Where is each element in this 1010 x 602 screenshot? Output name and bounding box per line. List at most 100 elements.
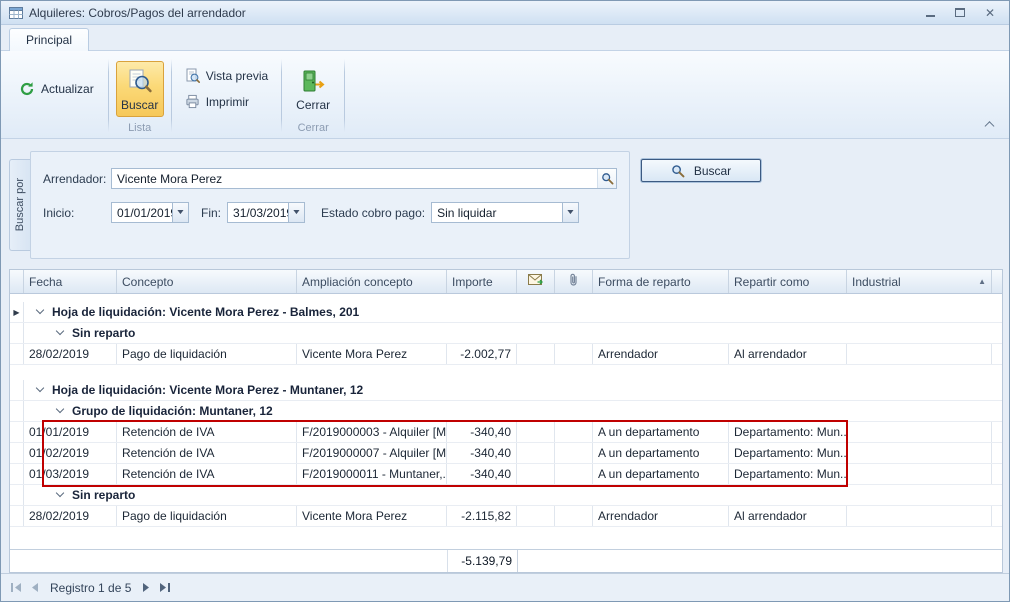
total-importe: -5.139,79 [447, 550, 518, 572]
buscar-ribbon-button[interactable]: Buscar [116, 61, 164, 117]
ribbon-group-caption-empty [179, 122, 274, 137]
group-row-balmes[interactable]: ▶ Hoja de liquidación: Vicente Mora Pere… [10, 302, 1002, 323]
subgroup-row-sin-reparto[interactable]: Sin reparto [10, 485, 1002, 506]
column-header-ampliacion[interactable]: Ampliación concepto [297, 270, 447, 293]
lista-group-caption: Lista [116, 122, 164, 137]
cell-mail [517, 344, 555, 364]
maximize-icon [955, 8, 965, 17]
cell-importe: -340,40 [447, 464, 517, 484]
ribbon-group-impresion: Vista previa Imprimir [172, 53, 281, 138]
column-header-industrial[interactable]: Industrial ▲ [847, 270, 992, 293]
subgroup-row-grupo-liquidacion[interactable]: Grupo de liquidación: Muntaner, 12 [10, 401, 1002, 422]
industrial-header-label: Industrial [852, 275, 901, 289]
arrendador-input[interactable]: Vicente Mora Perez [111, 168, 617, 189]
minimize-button[interactable] [923, 6, 937, 20]
column-header-mail[interactable] [517, 270, 555, 293]
table-row[interactable]: 01/01/2019 Retención de IVA F/2019000003… [10, 422, 1002, 443]
group-cell: Hoja de liquidación: Vicente Mora Perez … [24, 380, 1002, 400]
cell-repartir-como: Al arrendador [729, 344, 847, 364]
cell-importe: -340,40 [447, 422, 517, 442]
previous-record-button[interactable] [31, 583, 39, 592]
cerrar-button[interactable]: Cerrar [289, 61, 337, 117]
search-panel: Buscar por Arrendador: Vicente Mora Pere… [1, 139, 1009, 269]
vista-previa-button[interactable]: Vista previa [179, 66, 274, 85]
buscar-button[interactable]: Buscar [641, 159, 761, 182]
chevron-down-icon[interactable] [36, 306, 44, 314]
row-indicator-cell [10, 506, 24, 526]
cell-attachment [555, 422, 593, 442]
chevron-down-icon[interactable] [56, 489, 64, 497]
imprimir-button[interactable]: Imprimir [179, 92, 255, 111]
column-header-fecha[interactable]: Fecha [24, 270, 117, 293]
collapse-ribbon-chevron-icon[interactable] [981, 119, 997, 132]
print-preview-icon [185, 68, 200, 83]
last-record-button[interactable] [159, 583, 170, 592]
cell-industrial [847, 344, 992, 364]
cell-attachment [555, 344, 593, 364]
cerrar-group-caption: Cerrar [289, 122, 337, 137]
table-row[interactable]: 01/02/2019 Retención de IVA F/2019000007… [10, 443, 1002, 464]
cell-fecha: 28/02/2019 [24, 344, 117, 364]
fin-value: 31/03/2019 [228, 203, 288, 222]
maximize-button[interactable] [953, 6, 967, 20]
inicio-date-input[interactable]: 01/01/2019 ▼ [111, 202, 189, 223]
subgroup-label: Grupo de liquidación: Muntaner, 12 [72, 404, 273, 418]
subgroup-row-sin-reparto[interactable]: Sin reparto [10, 323, 1002, 344]
column-header-importe[interactable]: Importe [447, 270, 517, 293]
grid-body: ▶ Hoja de liquidación: Vicente Mora Pere… [10, 294, 1002, 549]
subgroup-label: Sin reparto [72, 326, 135, 340]
column-header-concepto[interactable]: Concepto [117, 270, 297, 293]
close-button[interactable]: ✕ [983, 6, 997, 20]
cell-industrial [847, 506, 992, 526]
ribbon-group-caption-empty [12, 122, 101, 137]
fin-dropdown-button[interactable]: ▼ [288, 203, 304, 222]
inicio-dropdown-button[interactable]: ▼ [172, 203, 188, 222]
paperclip-icon [569, 273, 578, 290]
fin-label: Fin: [201, 206, 221, 220]
tab-principal[interactable]: Principal [9, 28, 89, 51]
indicator-column-header [10, 270, 24, 293]
subgroup-label: Sin reparto [72, 488, 135, 502]
row-indicator-cell [10, 401, 24, 421]
fin-date-input[interactable]: 31/03/2019 ▼ [227, 202, 305, 223]
buscar-por-side-tab[interactable]: Buscar por [9, 159, 30, 251]
cell-ampliacion: F/2019000007 - Alquiler [M... [297, 443, 447, 463]
table-row[interactable]: 01/03/2019 Retención de IVA F/2019000011… [10, 464, 1002, 485]
cell-forma-de-reparto: Arrendador [593, 506, 729, 526]
chevron-down-icon[interactable] [56, 327, 64, 335]
cell-industrial [847, 443, 992, 463]
status-bar: Registro 1 de 5 [1, 573, 1009, 601]
table-row[interactable]: 28/02/2019 Pago de liquidación Vicente M… [10, 344, 1002, 365]
cell-mail [517, 506, 555, 526]
cell-importe: -2.115,82 [447, 506, 517, 526]
ribbon: Actualizar Buscar Lista [1, 51, 1009, 139]
row-indicator-cell [10, 464, 24, 484]
refresh-icon [19, 81, 35, 97]
column-header-forma-de-reparto[interactable]: Forma de reparto [593, 270, 729, 293]
table-row[interactable]: 28/02/2019 Pago de liquidación Vicente M… [10, 506, 1002, 527]
chevron-down-icon[interactable] [36, 384, 44, 392]
row-indicator-cell [10, 323, 24, 343]
estado-dropdown-button[interactable]: ▼ [562, 203, 578, 222]
estado-cobro-pago-select[interactable]: Sin liquidar ▼ [431, 202, 579, 223]
cell-ampliacion: Vicente Mora Perez [297, 506, 447, 526]
column-header-attachment[interactable] [555, 270, 593, 293]
cell-fecha: 01/03/2019 [24, 464, 117, 484]
group-label: Hoja de liquidación: Vicente Mora Perez … [52, 383, 363, 397]
group-row-muntaner[interactable]: Hoja de liquidación: Vicente Mora Perez … [10, 380, 1002, 401]
row-indicator-cell [10, 422, 24, 442]
column-header-repartir-como[interactable]: Repartir como [729, 270, 847, 293]
actualizar-button[interactable]: Actualizar [12, 76, 101, 102]
group-cell: Grupo de liquidación: Muntaner, 12 [24, 401, 1002, 421]
first-record-button[interactable] [11, 583, 22, 592]
chevron-down-icon[interactable] [56, 405, 64, 413]
cell-concepto: Retención de IVA [117, 422, 297, 442]
cell-filler [992, 422, 1002, 442]
cell-concepto: Retención de IVA [117, 464, 297, 484]
cell-ampliacion: F/2019000003 - Alquiler [M... [297, 422, 447, 442]
group-cell: Hoja de liquidación: Vicente Mora Perez … [24, 302, 1002, 322]
lookup-magnifier-button[interactable] [597, 169, 616, 188]
cell-filler [992, 344, 1002, 364]
next-record-button[interactable] [142, 583, 150, 592]
cell-filler [992, 464, 1002, 484]
